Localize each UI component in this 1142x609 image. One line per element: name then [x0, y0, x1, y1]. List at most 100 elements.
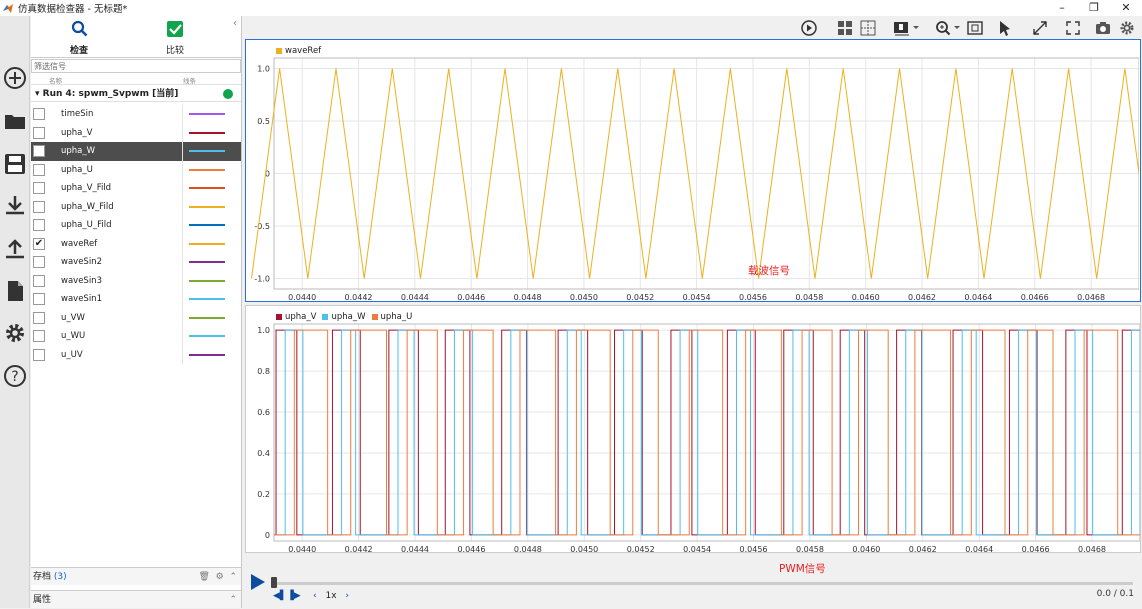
signal-line-swatch[interactable]	[189, 335, 225, 337]
trash-icon[interactable]: 🗑	[198, 572, 209, 582]
subplot-layout-icon[interactable]	[860, 20, 876, 36]
signal-checkbox[interactable]	[33, 219, 45, 231]
signal-checkbox[interactable]	[33, 108, 45, 120]
signal-row-upha_W_Fild[interactable]: upha_W_Fild	[31, 197, 241, 216]
plot-pwm[interactable]: 0.0440 0.0442 0.0444 0.0446 0.0448 0.0450 0.04…	[245, 305, 1141, 575]
signal-line-swatch[interactable]	[189, 113, 225, 115]
signal-row-u_WU[interactable]: u_WU	[31, 327, 241, 346]
faster-button[interactable]: ›	[345, 591, 349, 601]
tab-inspect[interactable]: 检查	[49, 20, 109, 62]
close-button[interactable]: ✕	[1110, 0, 1142, 16]
timeline-slider-handle[interactable]	[271, 577, 277, 588]
signal-line-swatch[interactable]	[189, 187, 225, 189]
upload-icon[interactable]	[3, 236, 27, 260]
signal-line-swatch[interactable]	[189, 205, 225, 208]
fit-view-icon[interactable]	[967, 20, 983, 36]
signal-checkbox[interactable]	[33, 145, 45, 157]
x-tick-label: 0.0460	[852, 545, 880, 552]
archive-settings-icon[interactable]: ⚙	[216, 572, 224, 582]
signal-row-upha_V[interactable]: upha_V	[31, 123, 241, 142]
minimize-button[interactable]: –	[1046, 0, 1078, 16]
x-tick-label: 0.0462	[908, 293, 936, 300]
signal-row-u_UV[interactable]: u_UV	[31, 345, 241, 364]
signal-row-waveSin2[interactable]: waveSin2	[31, 253, 241, 272]
settings-icon[interactable]	[1119, 20, 1135, 36]
legend-item[interactable]: upha_W	[322, 312, 366, 322]
save-icon[interactable]	[3, 152, 27, 176]
signal-row-u_VW[interactable]: u_VW	[31, 308, 241, 327]
download-icon[interactable]	[3, 193, 27, 217]
step-forward-icon[interactable]: ▐▶	[287, 591, 301, 601]
y-tick-label: 0	[265, 531, 270, 540]
properties-label: 属性	[33, 595, 52, 605]
signal-row-upha_U_Fild[interactable]: upha_U_Fild	[31, 216, 241, 235]
signal-line-swatch[interactable]	[189, 150, 225, 152]
signal-checkbox[interactable]	[33, 163, 45, 176]
signal-row-upha_W[interactable]: upha_W	[31, 142, 241, 161]
tab-compare[interactable]: 比较	[145, 20, 205, 56]
signal-line-swatch[interactable]	[189, 242, 225, 245]
column-line-header: 线条	[183, 77, 196, 85]
signal-line-swatch[interactable]	[189, 224, 225, 226]
play-record-icon[interactable]	[801, 20, 817, 36]
plot-wave-ref[interactable]: 0.0440 0.0442 0.0444 0.0446 0.0448 0.0450 0.04…	[245, 39, 1142, 302]
run-row[interactable]: ▾ Run 4: spwm_Svpwm [当前]	[31, 86, 241, 102]
legend-item[interactable]: waveRef	[276, 46, 321, 56]
step-back-icon[interactable]: ◀▌	[273, 591, 287, 601]
snapshot-icon[interactable]	[1095, 20, 1111, 36]
timeline-track[interactable]	[273, 582, 1133, 585]
signal-checkbox[interactable]	[33, 311, 45, 324]
signal-checkbox[interactable]	[33, 182, 45, 194]
help-icon[interactable]: ?	[3, 364, 27, 388]
archive-section[interactable]: 存档 (3) 🗑 ⚙ ⌃	[31, 567, 241, 585]
signal-checkbox[interactable]	[33, 274, 45, 287]
expand-icon[interactable]	[1032, 20, 1048, 36]
signal-checkbox[interactable]	[33, 126, 45, 139]
add-icon[interactable]	[3, 66, 27, 90]
chevron-down-icon[interactable]: ▾	[35, 89, 43, 99]
signal-line-swatch[interactable]	[189, 168, 225, 171]
signal-line-swatch[interactable]	[189, 279, 225, 282]
legend-item[interactable]: upha_V	[276, 312, 316, 322]
signal-line-swatch[interactable]	[189, 298, 225, 300]
signal-checkbox[interactable]	[33, 330, 45, 342]
layout-grid-icon[interactable]	[837, 20, 853, 36]
collapse-panel-button[interactable]: ‹	[233, 18, 237, 29]
maximize-button[interactable]: ❐	[1078, 0, 1110, 16]
signal-line-swatch[interactable]	[189, 261, 225, 263]
filter-signals-input[interactable]: 筛选信号	[31, 59, 241, 73]
legend-item[interactable]: upha_U	[371, 312, 412, 322]
zoom-icon[interactable]	[935, 20, 961, 36]
slower-button[interactable]: ‹	[313, 591, 317, 601]
play-button[interactable]	[251, 574, 265, 590]
chevron-up-icon[interactable]: ⌃	[229, 572, 237, 582]
chevron-up-icon[interactable]: ⌃	[229, 595, 237, 605]
signal-line-swatch[interactable]	[189, 353, 225, 356]
fullscreen-icon[interactable]	[1065, 20, 1081, 36]
legend-swatch	[276, 48, 282, 54]
step-controls[interactable]: ◀▌▐▶	[273, 591, 301, 601]
signal-checkbox[interactable]	[33, 293, 45, 305]
folder-icon[interactable]	[3, 109, 27, 133]
signal-row-timeSin[interactable]: timeSin	[31, 105, 241, 124]
signal-checkbox[interactable]	[33, 348, 45, 361]
y-tick-label: 0.8	[257, 367, 270, 376]
signal-checkbox[interactable]: ✔	[33, 237, 45, 250]
signal-name: upha_V	[61, 127, 93, 138]
pwm-chart[interactable]: 0.0440 0.0442 0.0444 0.0446 0.0448 0.0450 0.04…	[246, 306, 1141, 554]
signal-checkbox[interactable]	[33, 200, 45, 213]
wave-ref-chart[interactable]: 0.0440 0.0442 0.0444 0.0446 0.0448 0.0450 0.04…	[246, 40, 1142, 302]
signal-line-swatch[interactable]	[189, 316, 225, 319]
document-icon[interactable]	[3, 279, 27, 303]
properties-section[interactable]: 属性 ⌃	[31, 590, 241, 608]
signal-row-waveSin3[interactable]: waveSin3	[31, 271, 241, 290]
legend-icon[interactable]	[893, 20, 921, 36]
signal-row-waveRef[interactable]: ✔ waveRef	[31, 234, 241, 253]
cursor-icon[interactable]	[997, 20, 1013, 36]
signal-checkbox[interactable]	[33, 256, 45, 268]
signal-row-upha_U[interactable]: upha_U	[31, 160, 241, 179]
signal-row-waveSin1[interactable]: waveSin1	[31, 290, 241, 309]
gear-icon[interactable]	[3, 321, 27, 345]
signal-line-swatch[interactable]	[189, 131, 225, 134]
signal-row-upha_V_Fild[interactable]: upha_V_Fild	[31, 179, 241, 198]
